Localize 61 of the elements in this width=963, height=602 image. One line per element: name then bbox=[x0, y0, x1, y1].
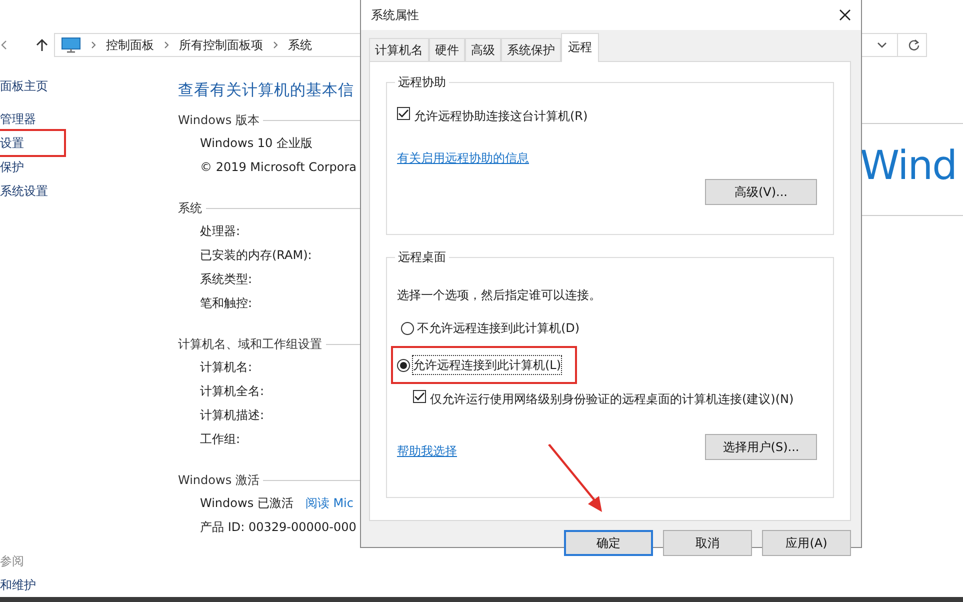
chevron-icon bbox=[91, 41, 96, 49]
group-title: 远程桌面 bbox=[395, 249, 449, 265]
close-icon[interactable] bbox=[839, 9, 851, 21]
info-text: 计算机全名: bbox=[200, 383, 264, 400]
info-text: Windows 10 企业版 bbox=[200, 135, 312, 152]
info-text: Windows 已激活 bbox=[200, 495, 294, 512]
info-text: 处理器: bbox=[200, 223, 240, 240]
info-text: 产品 ID: 00329-00000-000 bbox=[200, 519, 356, 536]
sidebar-link[interactable]: 设置 bbox=[0, 131, 64, 155]
radio-label: 不允许远程连接到此计算机(D) bbox=[417, 320, 580, 337]
sidebar-link[interactable]: 保护 bbox=[0, 155, 28, 179]
breadcrumb[interactable]: 所有控制面板项 bbox=[179, 36, 263, 54]
tab[interactable]: 计算机名 bbox=[369, 38, 429, 61]
info-text: 已安装的内存(RAM): bbox=[200, 247, 312, 264]
sidebar-link[interactable]: 面板主页 bbox=[0, 74, 52, 98]
advanced-button[interactable]: 高级(V)... bbox=[705, 179, 817, 205]
back-icon[interactable] bbox=[0, 40, 8, 50]
sidebar-link[interactable]: 系统设置 bbox=[0, 179, 52, 203]
link[interactable]: 帮助我选择 bbox=[397, 442, 457, 460]
info-text: 系统类型: bbox=[200, 271, 252, 288]
option-row[interactable]: 允许远程连接到此计算机(L) bbox=[393, 348, 576, 382]
info-text: 计算机描述: bbox=[200, 407, 264, 424]
chevron-icon bbox=[164, 41, 169, 49]
logo-text: Wind bbox=[860, 142, 957, 191]
group-title: 远程协助 bbox=[395, 74, 449, 90]
chevron-icon bbox=[273, 41, 278, 49]
tab[interactable]: 系统保护 bbox=[501, 38, 561, 61]
info-text: 计算机名: bbox=[200, 359, 252, 376]
page-title: 查看有关计算机的基本信 bbox=[178, 80, 354, 101]
dropdown-icon[interactable] bbox=[877, 41, 887, 49]
tab[interactable]: 高级 bbox=[465, 38, 501, 61]
checkbox[interactable] bbox=[413, 390, 426, 403]
radio-button[interactable] bbox=[397, 358, 410, 372]
radio-label: 允许远程连接到此计算机(L) bbox=[413, 356, 562, 374]
see-also-heading: 参阅 bbox=[0, 553, 25, 570]
info-text: 笔和触控: bbox=[200, 295, 252, 312]
tab[interactable]: 硬件 bbox=[429, 38, 465, 61]
refresh-icon[interactable] bbox=[908, 39, 920, 51]
monitor-icon bbox=[61, 37, 81, 53]
select-users-button[interactable]: 选择用户(S)... bbox=[705, 434, 817, 460]
annotation-arrow bbox=[545, 442, 605, 514]
option-row[interactable]: 不允许远程连接到此计算机(D) bbox=[397, 316, 584, 340]
dialog-title: 系统属性 bbox=[371, 7, 419, 24]
radio-button[interactable] bbox=[401, 322, 414, 334]
dialog-button[interactable]: 应用(A) bbox=[762, 530, 851, 556]
sidebar-link[interactable]: 管理器 bbox=[0, 107, 40, 131]
up-arrow-icon[interactable] bbox=[36, 38, 48, 52]
dialog-button[interactable]: 确定 bbox=[564, 530, 653, 556]
link[interactable]: 阅读 Mic bbox=[305, 491, 354, 515]
checkbox-label: 允许远程协助连接这台计算机(R) bbox=[414, 108, 588, 125]
dialog-button[interactable]: 取消 bbox=[663, 530, 752, 556]
checkbox[interactable] bbox=[397, 107, 410, 120]
instruction-text: 选择一个选项，然后指定谁可以连接。 bbox=[397, 287, 602, 304]
sidebar-link[interactable]: 和维护 bbox=[0, 573, 40, 597]
breadcrumb[interactable]: 系统 bbox=[288, 36, 312, 54]
link[interactable]: 有关启用远程协助的信息 bbox=[397, 149, 529, 167]
tab[interactable]: 远程 bbox=[561, 33, 599, 62]
checkbox-label: 仅允许运行使用网络级别身份验证的远程桌面的计算机连接(建议)(N) bbox=[430, 391, 794, 408]
info-text: © 2019 Microsoft Corpora bbox=[200, 159, 356, 176]
info-text: 工作组: bbox=[200, 431, 240, 448]
breadcrumb[interactable]: 控制面板 bbox=[106, 36, 154, 54]
